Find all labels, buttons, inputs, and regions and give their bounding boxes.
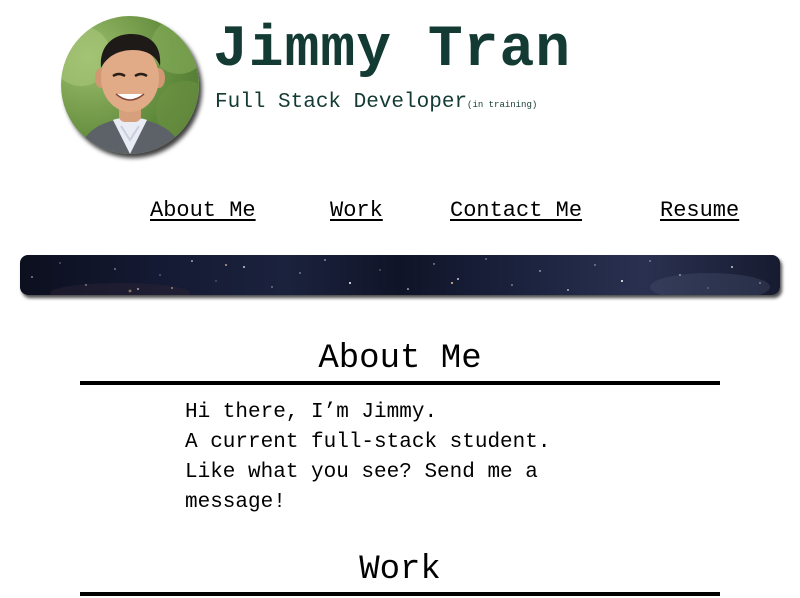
site-owner-name: Jimmy Tran xyxy=(213,18,572,83)
about-text: Hi there, I’m Jimmy. A current full-stac… xyxy=(185,398,655,518)
about-line: Like what you see? Send me a xyxy=(185,461,538,484)
space-banner-image xyxy=(20,255,780,295)
starfield-icon xyxy=(31,258,770,295)
portfolio-page: Jimmy Tran Full Stack Developer(in train… xyxy=(0,0,800,598)
nav-link-resume[interactable]: Resume xyxy=(660,198,739,224)
about-heading: About Me xyxy=(318,340,482,378)
about-line: message! xyxy=(185,491,286,514)
job-title: Full Stack Developer(in training) xyxy=(215,90,537,118)
about-line: Hi there, I’m Jimmy. xyxy=(185,401,438,424)
profile-avatar xyxy=(61,16,199,154)
about-divider xyxy=(80,381,720,385)
work-divider xyxy=(80,592,720,596)
nav-link-about-me[interactable]: About Me xyxy=(150,198,256,224)
job-title-suffix: (in training) xyxy=(467,100,538,110)
about-line: A current full-stack student. xyxy=(185,431,551,454)
nav-link-work[interactable]: Work xyxy=(330,198,383,224)
profile-photo-icon xyxy=(61,18,199,154)
work-heading: Work xyxy=(359,551,441,589)
nav-link-contact-me[interactable]: Contact Me xyxy=(450,198,582,224)
job-title-text: Full Stack Developer xyxy=(215,91,468,114)
